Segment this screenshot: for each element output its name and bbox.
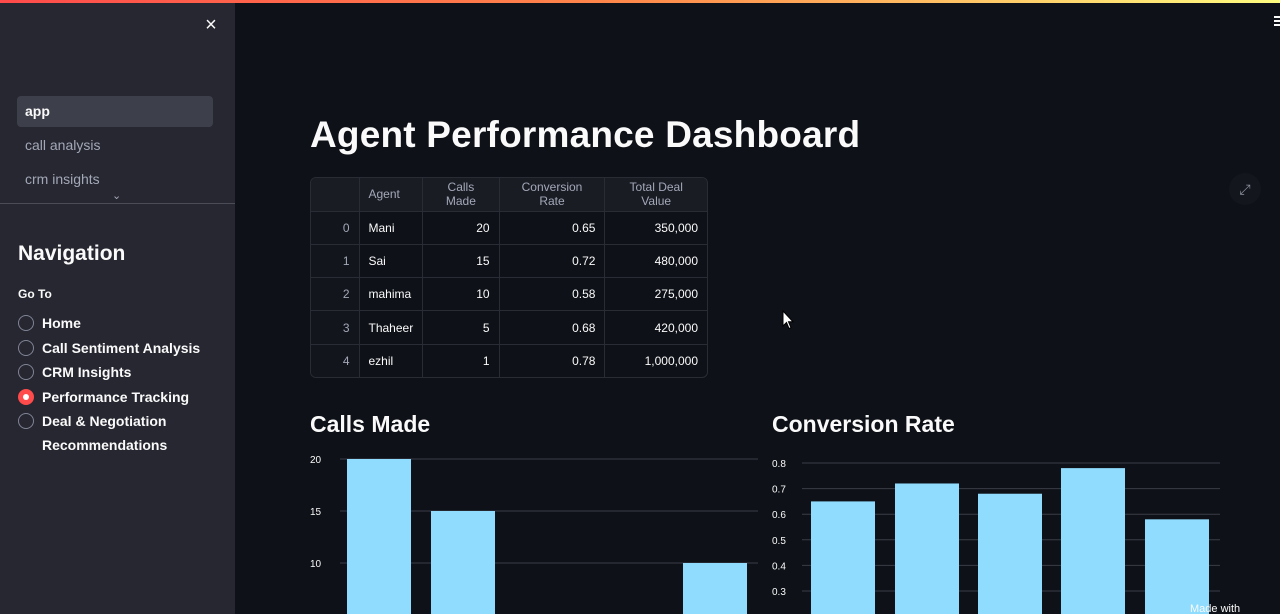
column-header-calls-made[interactable]: Calls Made (422, 178, 500, 212)
row-index: 0 (311, 211, 360, 245)
y-tick-label: 0.6 (772, 510, 786, 521)
radio-label: Home (42, 315, 81, 331)
conversion-rate-chart[interactable]: 0.8 0.7 0.6 0.5 0.4 0.3 (762, 450, 1222, 614)
made-with-streamlit-badge[interactable]: Made with (1190, 603, 1280, 614)
column-header-total-deal-value[interactable]: Total Deal Value (604, 178, 707, 212)
radio-call-sentiment-analysis[interactable]: Call Sentiment Analysis (18, 336, 228, 361)
y-tick-label: 20 (310, 455, 322, 466)
sidebar-divider (0, 203, 235, 204)
row-index: 1 (311, 244, 360, 279)
table-row[interactable]: 1 Sai 15 0.72 480,000 (311, 244, 707, 279)
y-tick-label: 15 (310, 507, 322, 518)
cell-agent[interactable]: mahima (359, 277, 424, 312)
cell-calls-made[interactable]: 20 (422, 211, 500, 245)
radio-label: CRM Insights (42, 364, 132, 380)
main-menu-icon[interactable] (1274, 16, 1280, 30)
radio-button-selected-icon[interactable] (18, 388, 34, 405)
close-sidebar-icon[interactable]: × (201, 15, 221, 35)
bar-mahima[interactable] (1145, 519, 1209, 614)
cell-calls-made[interactable]: 15 (422, 244, 500, 279)
bar-mani[interactable] (347, 459, 411, 614)
y-tick-label: 0.5 (772, 536, 786, 547)
row-index: 3 (311, 310, 360, 345)
y-tick-label: 0.7 (772, 485, 786, 496)
cell-total-deal-value[interactable]: 350,000 (604, 211, 707, 245)
page-nav: app call analysis crm insights (17, 96, 213, 198)
cell-calls-made[interactable]: 1 (422, 344, 500, 378)
mouse-cursor-icon (782, 310, 794, 330)
calls-made-chart-title: Calls Made (310, 411, 431, 437)
chevron-down-icon[interactable]: ⌄ (112, 189, 121, 202)
bar-ezhil[interactable] (1061, 468, 1125, 614)
cell-agent[interactable]: ezhil (359, 344, 424, 378)
cell-agent[interactable]: Mani (359, 211, 424, 245)
radio-crm-insights[interactable]: CRM Insights (18, 360, 228, 385)
radio-label: Deal & Negotiation Recommendations (42, 413, 168, 453)
radio-label: Call Sentiment Analysis (42, 339, 201, 356)
page-title: Agent Performance Dashboard (310, 114, 861, 155)
sidebar: × app call analysis crm insights ⌄ Navig… (0, 3, 235, 614)
radio-button-icon[interactable] (18, 339, 34, 356)
row-index: 2 (311, 277, 360, 312)
radio-button-icon[interactable] (18, 315, 34, 331)
column-header-conversion-rate[interactable]: Conversion Rate (499, 178, 606, 212)
page-link-call-analysis[interactable]: call analysis (17, 130, 213, 161)
radio-label: Performance Tracking (42, 388, 190, 405)
radio-button-icon[interactable] (18, 364, 34, 380)
bar-mani[interactable] (811, 501, 875, 614)
y-tick-label: 0.3 (772, 587, 786, 598)
navigation-radio-group: Home Call Sentiment Analysis CRM Insight… (18, 311, 228, 457)
cell-conversion-rate[interactable]: 0.78 (499, 344, 606, 378)
y-tick-label: 0.4 (772, 561, 786, 572)
conversion-rate-chart-title: Conversion Rate (772, 411, 955, 437)
calls-made-chart[interactable]: 20 15 10 (300, 450, 760, 614)
table-row[interactable]: 2 mahima 10 0.58 275,000 (311, 277, 707, 312)
bar-mahima[interactable] (683, 563, 747, 614)
cell-total-deal-value[interactable]: 480,000 (604, 244, 707, 279)
y-tick-label: 0.8 (772, 459, 786, 470)
index-header[interactable] (311, 178, 360, 212)
bar-sai[interactable] (431, 511, 495, 614)
cell-total-deal-value[interactable]: 275,000 (604, 277, 707, 312)
cell-total-deal-value[interactable]: 420,000 (604, 310, 707, 345)
cell-calls-made[interactable]: 10 (422, 277, 500, 312)
cell-total-deal-value[interactable]: 1,000,000 (605, 344, 707, 377)
table-row[interactable]: 4 ezhil 1 0.78 1,000,000 (311, 344, 707, 378)
radio-performance-tracking[interactable]: Performance Tracking (18, 385, 228, 410)
cell-conversion-rate[interactable]: 0.68 (499, 310, 606, 345)
cell-agent[interactable]: Sai (359, 244, 424, 279)
y-tick-label: 10 (310, 559, 322, 570)
table-row[interactable]: 3 Thaheer 5 0.68 420,000 (311, 310, 707, 345)
navigation-heading: Navigation (18, 242, 126, 265)
bar-thaheer[interactable] (978, 493, 1042, 614)
agent-dataframe[interactable]: Agent Calls Made Conversion Rate Total D… (310, 177, 708, 379)
row-index: 4 (311, 344, 360, 378)
fullscreen-expand-icon[interactable]: ⤢ (1229, 173, 1261, 205)
cell-conversion-rate[interactable]: 0.65 (499, 211, 606, 245)
page-link-app[interactable]: app (17, 96, 213, 127)
cell-calls-made[interactable]: 5 (422, 310, 500, 345)
goto-label: Go To (18, 287, 52, 301)
radio-button-icon[interactable] (18, 413, 34, 429)
column-header-agent[interactable]: Agent (359, 178, 424, 212)
bar-sai[interactable] (895, 483, 959, 614)
radio-deal-negotiation[interactable]: Deal & Negotiation Recommendations (18, 409, 228, 457)
table-row[interactable]: 0 Mani 20 0.65 350,000 (311, 211, 707, 245)
cell-agent[interactable]: Thaheer (359, 310, 424, 345)
cell-conversion-rate[interactable]: 0.58 (499, 277, 606, 312)
cell-conversion-rate[interactable]: 0.72 (499, 244, 606, 279)
radio-home[interactable]: Home (18, 311, 228, 336)
